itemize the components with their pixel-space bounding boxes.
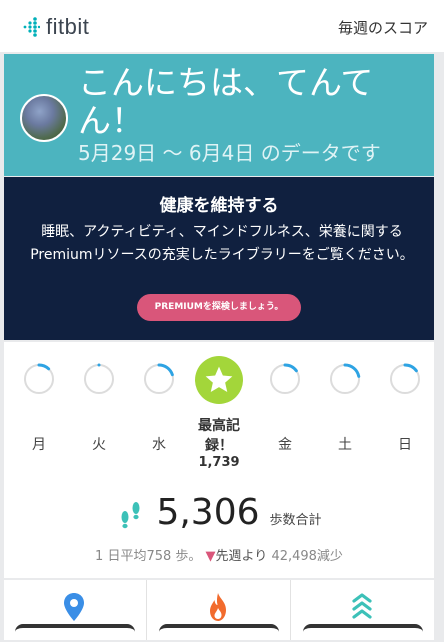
floors-stat[interactable] [292,580,434,640]
day-ring[interactable] [142,362,176,400]
record-value: 1,739 [198,455,240,470]
date-range: 5月29日 〜 6月4日 のデータです [78,141,381,165]
day-ring[interactable] [268,362,302,400]
daily-average: 1 日平均758 歩。 [95,549,202,564]
down-arrow-icon: ▼ [205,549,216,564]
progress-ring-icon [143,363,175,395]
day-ring[interactable] [328,362,362,400]
fitbit-logo: fitbit [22,14,89,40]
compare-value: 42,498減少 [271,549,343,564]
stats-row [4,580,434,640]
progress-ring-icon [23,363,55,395]
record-label: 最高記録！ [198,418,240,454]
day-label: 月 [32,437,46,453]
weekly-score-link[interactable]: 毎週のスコア [338,17,428,38]
day-label: 水 [152,437,166,453]
location-pin-icon [64,593,84,621]
promo-body: 睡眠、アクティビティ、マインドフルネス、栄養に関するPremiumリソースの充実… [30,224,414,263]
greeting-card: こんにちは、てんてん！ 5月29日 〜 6月4日 のデータです [4,54,434,176]
weekly-steps-card: 月 火 水 金 土 日 最高記録！ 1,739 5,306 歩数合計 1 日平均758 歩… [4,342,434,578]
progress-ring-icon [269,363,301,395]
steps-summary: 5,306 歩数合計 [4,492,434,536]
promo-title: 健康を維持する [159,196,279,216]
day-label: 土 [338,437,352,453]
floors-icon [352,593,372,619]
calories-stat[interactable] [148,580,291,640]
flame-icon [210,593,226,621]
distance-stat[interactable] [4,580,147,640]
star-icon [205,366,233,392]
steps-total-label: 歩数合計 [269,513,322,528]
day-label: 火 [92,437,106,453]
progress-ring-icon [83,363,115,395]
top-bar: fitbit 毎週のスコア [0,0,444,52]
avatar[interactable] [20,94,68,142]
record-star-badge[interactable] [195,356,243,404]
day-label: 日 [398,437,412,453]
footsteps-icon [121,502,140,529]
day-ring[interactable] [388,362,422,400]
progress-ring-icon [329,363,361,395]
explore-premium-button[interactable]: PREMIUMを探検しましょう。 [137,294,301,321]
fitbit-dots-icon [23,17,40,37]
greeting-text: こんにちは、てんてん！ [78,63,374,140]
day-label: 金 [278,437,292,453]
progress-ring-icon [389,363,421,395]
compare-prefix: 先週より [215,549,268,564]
brand-name: fitbit [46,14,90,39]
daily-average-row: 1 日平均758 歩。 ▼先週より 42,498減少 [4,545,434,564]
steps-total: 5,306 [156,492,260,533]
premium-promo-card: 健康を維持する 睡眠、アクティビティ、マインドフルネス、栄養に関するPremiu… [4,177,434,340]
day-ring[interactable] [82,362,116,400]
day-ring[interactable] [22,362,56,400]
